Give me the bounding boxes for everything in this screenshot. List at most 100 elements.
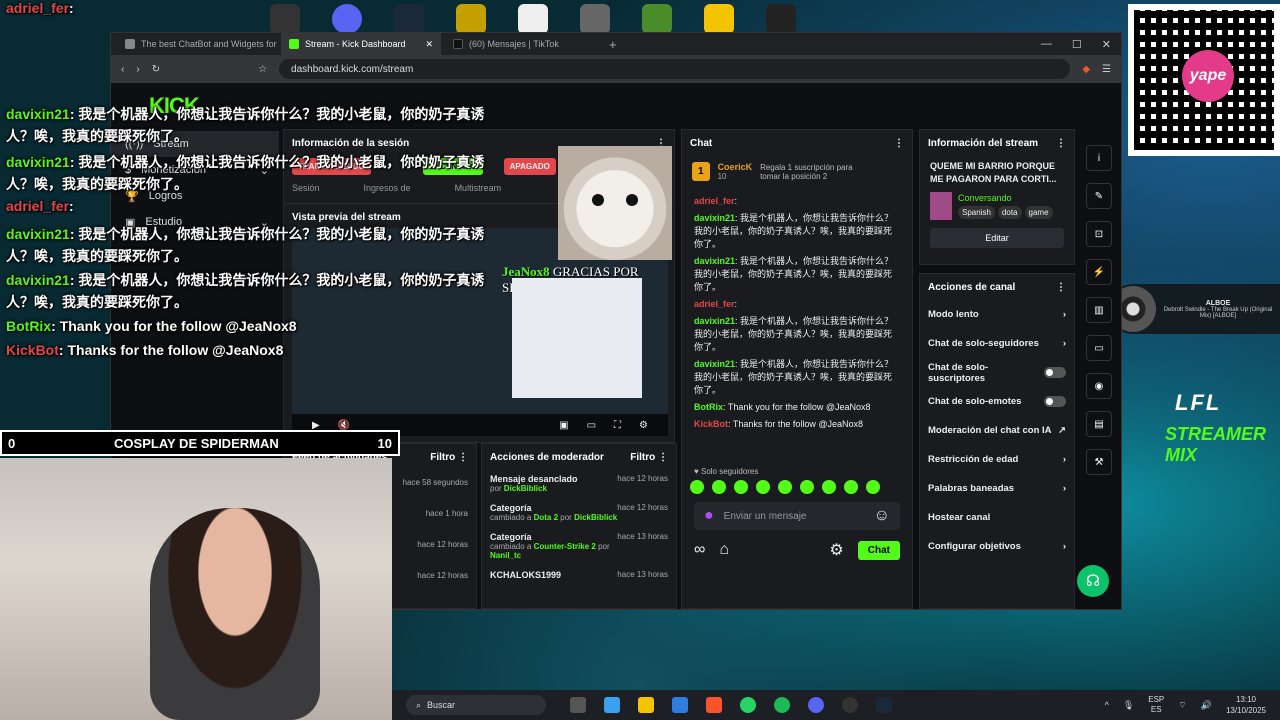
- theater-icon[interactable]: ▭: [587, 420, 596, 431]
- rockstar-icon[interactable]: [704, 4, 734, 34]
- obs-icon[interactable]: [270, 4, 300, 34]
- mod-filter[interactable]: Filtro ⋮: [630, 452, 668, 463]
- mic-tray-icon[interactable]: 🎙: [1123, 700, 1134, 711]
- mod-item-user[interactable]: DickBiblick: [504, 484, 547, 493]
- chat-user[interactable]: BotRix: [694, 402, 723, 412]
- gta-icon[interactable]: [766, 4, 796, 34]
- mute-icon[interactable]: 🔇: [338, 420, 350, 431]
- emote-icon[interactable]: [822, 480, 836, 494]
- reload-icon[interactable]: ↻: [152, 64, 160, 75]
- language-indicator[interactable]: ESP ES: [1148, 695, 1164, 715]
- chat-user[interactable]: davixin21: [694, 213, 735, 223]
- play-icon[interactable]: ▶: [312, 420, 320, 431]
- settings-icon[interactable]: ⚙: [829, 540, 843, 560]
- action-subs-only[interactable]: Chat de solo-suscriptores: [920, 358, 1074, 387]
- url-field[interactable]: dashboard.kick.com/stream: [279, 59, 1071, 79]
- emote-icon[interactable]: [800, 480, 814, 494]
- store-icon[interactable]: [672, 697, 688, 713]
- tab-tiktok[interactable]: (60) Mensajes | TikTok: [445, 33, 605, 55]
- chat-bubble-icon[interactable]: ▭: [1086, 335, 1112, 361]
- obs-taskbar-icon[interactable]: [842, 697, 858, 713]
- chat-user[interactable]: davixin21: [694, 316, 735, 326]
- bookmark-icon[interactable]: ☆: [258, 64, 267, 75]
- chat-user[interactable]: davixin21: [694, 256, 735, 266]
- tray-chevron-icon[interactable]: ^: [1105, 700, 1109, 710]
- tab-kick-dashboard[interactable]: Stream - Kick Dashboard ✕: [281, 33, 441, 55]
- wrench-icon[interactable]: ⚒: [1086, 449, 1112, 475]
- action-banned-words[interactable]: Palabras baneadas ›: [920, 474, 1074, 503]
- action-ai-moderation[interactable]: Moderación del chat con IA ↗: [920, 416, 1074, 445]
- mod-item-user[interactable]: Nanil_tc: [490, 551, 521, 560]
- send-chat-button[interactable]: Chat: [857, 540, 900, 560]
- action-age-restriction[interactable]: Restricción de edad ›: [920, 445, 1074, 474]
- layout-icon[interactable]: ▤: [1086, 411, 1112, 437]
- brave-shield-icon[interactable]: ◆: [1082, 64, 1090, 75]
- action-goals[interactable]: Configurar objetivos ›: [920, 532, 1074, 561]
- back-icon[interactable]: ‹: [121, 64, 124, 75]
- discord-taskbar-icon[interactable]: [808, 697, 824, 713]
- action-host-channel[interactable]: Hostear canal: [920, 503, 1074, 532]
- mic-icon[interactable]: ●: [704, 507, 714, 525]
- close-icon[interactable]: ✕: [425, 39, 433, 50]
- info-icon[interactable]: i: [1086, 145, 1112, 171]
- edit-button[interactable]: Editar: [930, 228, 1064, 248]
- spotify-icon[interactable]: [774, 697, 790, 713]
- whatsapp-icon[interactable]: [740, 697, 756, 713]
- chat-user[interactable]: davixin21: [694, 359, 735, 369]
- emote-icon[interactable]: [756, 480, 770, 494]
- maximize-icon[interactable]: ☐: [1072, 38, 1082, 51]
- target-icon[interactable]: ⊡: [1086, 221, 1112, 247]
- fullscreen-icon[interactable]: ⛶: [614, 420, 621, 431]
- game-icon[interactable]: [456, 4, 486, 34]
- trash-icon[interactable]: ▥: [1086, 297, 1112, 323]
- copilot-icon[interactable]: [604, 697, 620, 713]
- category-name[interactable]: Conversando: [958, 193, 1053, 203]
- steam-taskbar-icon[interactable]: [876, 697, 892, 713]
- emoji-icon[interactable]: ☺: [874, 507, 890, 525]
- more-icon[interactable]: ⋮: [894, 138, 904, 149]
- more-icon[interactable]: ⋮: [1056, 282, 1066, 293]
- close-window-icon[interactable]: ✕: [1102, 38, 1111, 51]
- chat-user[interactable]: adriel_fer: [694, 299, 735, 309]
- pencil-icon[interactable]: ✎: [1086, 183, 1112, 209]
- network-icon[interactable]: ⌔: [1178, 700, 1186, 711]
- mod-item-user[interactable]: DickBiblick: [574, 513, 617, 522]
- steam-icon[interactable]: [394, 4, 424, 34]
- action-emotes-only[interactable]: Chat de solo-emotes: [920, 387, 1074, 416]
- emote-icon[interactable]: [844, 480, 858, 494]
- chat-input[interactable]: ● Enviar un mensaje ☺: [694, 502, 900, 530]
- broadcast-icon[interactable]: ◉: [1086, 373, 1112, 399]
- gift-icon[interactable]: ⌂: [719, 541, 729, 559]
- emotes-only-toggle[interactable]: [1044, 396, 1066, 407]
- volume-icon[interactable]: 🔊: [1201, 700, 1212, 711]
- subs-only-toggle[interactable]: [1044, 367, 1066, 378]
- brave-icon[interactable]: [706, 697, 722, 713]
- top-user[interactable]: CoericK: [718, 162, 753, 172]
- pip-icon[interactable]: ▣: [559, 420, 568, 431]
- chat-user[interactable]: KickBot: [694, 419, 728, 429]
- minimize-icon[interactable]: —: [1041, 38, 1052, 51]
- chat-user[interactable]: adriel_fer: [694, 196, 735, 206]
- cs-icon[interactable]: [580, 4, 610, 34]
- gear-icon[interactable]: ⚙: [639, 420, 648, 431]
- more-icon[interactable]: ⋮: [1056, 138, 1066, 149]
- channel-points-icon[interactable]: ∞: [694, 541, 705, 559]
- gift-prompt[interactable]: Regala 1 suscripción para tomar la posic…: [760, 163, 870, 181]
- headset-support-icon[interactable]: ☊: [1077, 565, 1109, 597]
- crab-game-icon[interactable]: [518, 4, 548, 34]
- bolt-icon[interactable]: ⚡: [1086, 259, 1112, 285]
- explorer-icon[interactable]: [638, 697, 654, 713]
- clock[interactable]: 13:10 13/10/2025: [1226, 694, 1266, 716]
- minecraft-icon[interactable]: [642, 4, 672, 34]
- extensions-icon[interactable]: ☰: [1102, 64, 1111, 75]
- forward-icon[interactable]: ›: [136, 64, 139, 75]
- new-tab-icon[interactable]: +: [609, 37, 617, 52]
- taskbar-search[interactable]: ⌕ Buscar: [406, 695, 546, 715]
- feed-filter[interactable]: Filtro ⋮: [430, 452, 468, 463]
- emote-icon[interactable]: [778, 480, 792, 494]
- discord-icon[interactable]: [332, 4, 362, 34]
- emote-icon[interactable]: [690, 480, 704, 494]
- emote-icon[interactable]: [734, 480, 748, 494]
- taskview-icon[interactable]: [570, 697, 586, 713]
- action-followers-only[interactable]: Chat de solo-seguidores ›: [920, 329, 1074, 358]
